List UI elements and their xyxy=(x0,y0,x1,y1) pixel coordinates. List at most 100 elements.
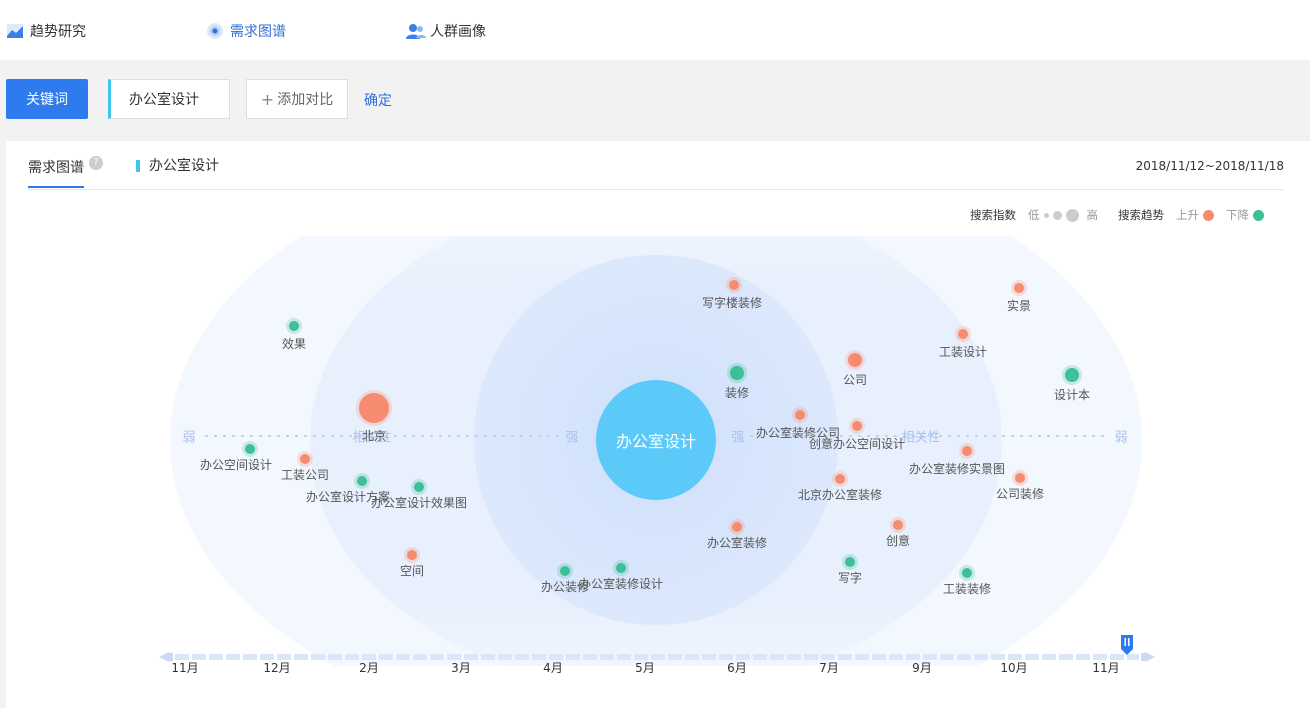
keyword-node-label[interactable]: 公司 xyxy=(843,371,867,388)
plus-icon: + xyxy=(260,89,275,109)
center-keyword-node[interactable]: 办公室设计 xyxy=(596,380,716,500)
timeline-month-label: 6月 xyxy=(727,661,747,675)
target-radar-icon xyxy=(206,22,224,40)
trend-down-dot-icon xyxy=(1253,209,1264,221)
timeline-month-label: 12月 xyxy=(263,661,291,675)
axis-strong-right: 强 xyxy=(731,430,745,446)
legend-trend-label: 搜索趋势 xyxy=(1118,208,1164,222)
keyword-node[interactable] xyxy=(411,479,427,495)
keyword-node[interactable] xyxy=(727,363,747,383)
keyword-node-label[interactable]: 办公空间设计 xyxy=(200,456,272,473)
keyword-dot xyxy=(848,353,862,367)
help-icon[interactable]: ? xyxy=(89,156,103,170)
timeline-handle-icon[interactable] xyxy=(1121,635,1133,655)
keyword-dot xyxy=(732,522,742,532)
timeline-month-label: 7月 xyxy=(819,661,839,675)
keyword-node-label[interactable]: 效果 xyxy=(282,335,306,352)
keyword-node[interactable] xyxy=(1011,280,1027,296)
date-range: 2018/11/12~2018/11/18 xyxy=(1135,159,1284,173)
keyword-input[interactable]: 办公室设计 xyxy=(108,79,230,119)
keyword-button[interactable]: 关键词 xyxy=(6,79,88,119)
keyword-dot xyxy=(962,446,972,456)
keyword-node[interactable] xyxy=(286,318,302,334)
keyword-node-label[interactable]: 空间 xyxy=(400,562,424,579)
keyword-dot xyxy=(845,557,855,567)
keyword-node-label[interactable]: 写字 xyxy=(838,569,862,586)
keyword-node[interactable] xyxy=(557,563,573,579)
keyword-node[interactable] xyxy=(959,565,975,581)
keyword-node[interactable] xyxy=(890,517,906,533)
keyword-dot xyxy=(300,454,310,464)
axis-strong-left: 强 xyxy=(565,430,579,446)
keyword-node-label[interactable]: 装修 xyxy=(725,384,749,401)
legend-down: 下降 xyxy=(1226,208,1249,222)
keyword-node[interactable] xyxy=(613,560,629,576)
keyword-node[interactable] xyxy=(792,407,808,423)
add-compare-label: 添加对比 xyxy=(277,92,334,108)
keyword-node-label[interactable]: 北京 xyxy=(362,427,386,444)
keyword-node[interactable] xyxy=(1012,470,1028,486)
keyword-node[interactable] xyxy=(404,547,420,563)
keyword-node-label[interactable]: 工装公司 xyxy=(281,466,329,483)
keyword-node[interactable] xyxy=(849,418,865,434)
keyword-dot xyxy=(245,444,255,454)
keyword-node-label[interactable]: 写字楼装修 xyxy=(702,294,762,311)
keyword-dot xyxy=(835,474,845,484)
legend-index-label: 搜索指数 xyxy=(970,208,1016,222)
keyword-node[interactable] xyxy=(845,350,865,370)
keyword-dot xyxy=(893,520,903,530)
axis-weak-left: 弱 xyxy=(182,430,196,446)
keyword-node[interactable] xyxy=(955,326,971,342)
keyword-dot xyxy=(962,568,972,578)
keyword-node[interactable] xyxy=(242,441,258,457)
keyword-node[interactable] xyxy=(729,519,745,535)
keyword-node-label[interactable]: 办公室装修设计 xyxy=(579,575,663,592)
keyword-node-label[interactable]: 工装装修 xyxy=(943,580,991,597)
tab-crowd-portrait[interactable]: 人群画像 xyxy=(406,21,486,41)
keyword-dot xyxy=(1014,283,1024,293)
demand-map: 弱 相关性 强 强 相关性 弱 办公室设计 写字楼装修 实景 效果 工装设计 公司 装修设… xyxy=(6,141,1310,708)
confirm-link[interactable]: 确定 xyxy=(364,90,392,110)
keyword-node-label[interactable]: 北京办公室装修 xyxy=(798,486,882,503)
keyword-node[interactable] xyxy=(1062,365,1082,385)
keyword-node[interactable] xyxy=(354,473,370,489)
timeline-month-label: 2月 xyxy=(359,661,379,675)
keyword-node-label[interactable]: 创意 xyxy=(886,532,910,549)
keyword-node-label[interactable]: 公司装修 xyxy=(996,485,1044,502)
keyword-node[interactable] xyxy=(297,451,313,467)
keyword-dot xyxy=(359,393,389,423)
panel-tab-demand-map[interactable]: 需求图谱 xyxy=(28,157,84,177)
keyword-dot xyxy=(414,482,424,492)
keyword-node[interactable] xyxy=(959,443,975,459)
axis-weak-right: 弱 xyxy=(1114,430,1128,446)
keyword-node-label[interactable]: 实景 xyxy=(1007,297,1031,314)
add-compare-button[interactable]: + 添加对比 xyxy=(246,79,348,119)
demand-map-panel: 弱 相关性 强 强 相关性 弱 办公室设计 写字楼装修 实景 效果 工装设计 公司 装修设… xyxy=(6,141,1310,708)
keyword-node[interactable] xyxy=(842,554,858,570)
active-tab-indicator xyxy=(28,186,84,188)
keyword-node[interactable] xyxy=(726,277,742,293)
keyword-node-label[interactable]: 办公室设计效果图 xyxy=(371,494,467,511)
keyword-dot xyxy=(1065,368,1079,382)
trend-chart-icon xyxy=(6,22,24,40)
trend-up-dot-icon xyxy=(1203,209,1214,221)
timeline[interactable]: 11月 12月 2月 3月 4月 5月 6月 7月 9月 10月 11月 xyxy=(159,635,1155,675)
keyword-value: 办公室设计 xyxy=(129,92,199,108)
timeline-month-label: 9月 xyxy=(912,661,932,675)
keyword-node-label[interactable]: 工装设计 xyxy=(939,343,987,360)
keyword-node-label[interactable]: 创意办公空间设计 xyxy=(809,435,905,452)
people-icon xyxy=(406,22,426,40)
timeline-month-label: 4月 xyxy=(543,661,563,675)
timeline-month-label: 11月 xyxy=(1092,661,1120,675)
size-dot-large-icon xyxy=(1065,208,1079,222)
keyword-node[interactable] xyxy=(832,471,848,487)
tab-demand-map[interactable]: 需求图谱 xyxy=(206,21,286,41)
keyword-node-label[interactable]: 设计本 xyxy=(1054,386,1090,403)
keyword-node-label[interactable]: 办公室装修实景图 xyxy=(909,460,1005,477)
tab-trend-research[interactable]: 趋势研究 xyxy=(6,21,86,41)
legend-high: 高 xyxy=(1086,208,1099,222)
panel-header: 需求图谱 ? 办公室设计 2018/11/12~2018/11/18 xyxy=(28,141,1284,190)
keyword-dot xyxy=(1015,473,1025,483)
keyword-node[interactable] xyxy=(356,390,392,426)
keyword-node-label[interactable]: 办公室装修 xyxy=(707,534,767,551)
